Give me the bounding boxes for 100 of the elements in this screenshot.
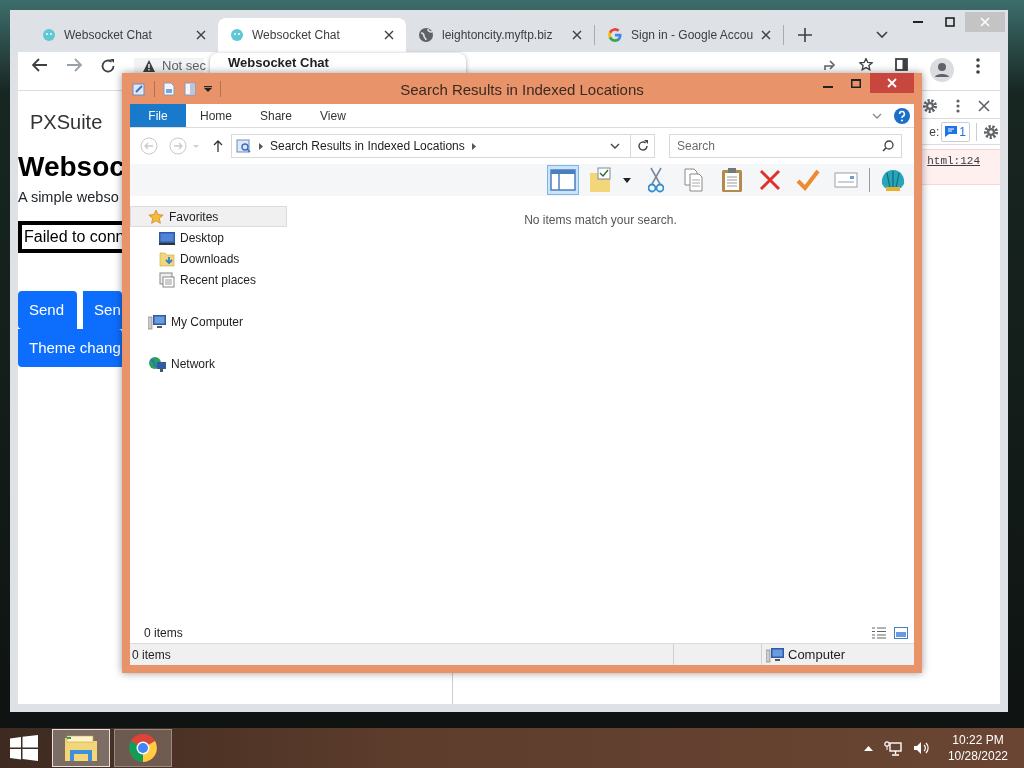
- close-icon[interactable]: [761, 30, 772, 40]
- more-menu-icon[interactable]: [956, 98, 960, 113]
- page-heading: Websoc: [18, 150, 125, 184]
- maximize-icon[interactable]: [945, 17, 955, 27]
- chevron-right-icon: [259, 142, 263, 150]
- folder-icon: [64, 734, 98, 762]
- caret-icon[interactable]: [204, 85, 212, 92]
- brand-name: PXSuite: [30, 110, 103, 135]
- close-icon: [980, 17, 990, 27]
- windows-logo-icon[interactable]: [10, 735, 38, 761]
- close-button[interactable]: [870, 73, 914, 93]
- taskbar-button[interactable]: [52, 729, 110, 767]
- chevron-down-icon[interactable]: [872, 112, 882, 119]
- nav-item[interactable]: Downloads: [130, 248, 287, 269]
- copy-icon: [684, 168, 704, 192]
- reload-icon[interactable]: [100, 58, 116, 74]
- nav-item[interactable]: My Computer: [130, 311, 287, 332]
- clipboard-icon: [721, 167, 743, 193]
- ribbon-tab[interactable]: Share: [246, 104, 307, 127]
- folder-check-icon: [589, 167, 613, 193]
- status-location: Computer: [762, 644, 914, 665]
- clock[interactable]: 10:22 PM 10/28/2022: [947, 732, 1008, 764]
- chevron-right-icon: [471, 142, 476, 150]
- side-panel-icon[interactable]: [895, 58, 908, 71]
- taskbar-button[interactable]: [114, 729, 172, 767]
- show-hidden-icons-icon[interactable]: [863, 745, 873, 751]
- forward-icon[interactable]: [66, 58, 82, 72]
- chat-bubble-icon: [230, 28, 244, 42]
- delete-x-icon: [759, 169, 781, 191]
- nav-item[interactable]: Recent places: [130, 269, 287, 290]
- chevron-down-icon: [610, 143, 620, 149]
- close-icon[interactable]: [572, 30, 582, 40]
- settings-icon[interactable]: [922, 97, 938, 114]
- volume-icon[interactable]: [912, 741, 929, 755]
- shell-icon: [880, 168, 906, 192]
- close-icon[interactable]: [384, 30, 394, 40]
- help-icon[interactable]: [894, 107, 910, 124]
- large-icons-view-icon[interactable]: [894, 627, 908, 639]
- network-icon: [148, 355, 166, 372]
- recent-places-icon: [159, 271, 175, 288]
- network-icon[interactable]: [883, 740, 902, 756]
- browser-tab[interactable]: leightoncity.myftp.biz: [406, 18, 594, 52]
- checkmark-icon: [796, 169, 820, 191]
- browser-tab[interactable]: Websocket Chat: [218, 18, 406, 52]
- item-count: 0 items: [144, 625, 183, 642]
- source-link[interactable]: html:124: [927, 153, 980, 170]
- properties-icon[interactable]: [132, 81, 146, 96]
- toolbar-button[interactable]: [547, 165, 579, 195]
- details-view-icon[interactable]: [871, 627, 887, 639]
- close-icon[interactable]: [196, 30, 206, 40]
- desktop-icon: [159, 230, 175, 245]
- tab-preview-tooltip: Websocket Chat: [210, 53, 466, 73]
- browser-tab[interactable]: Sign in - Google Accou: [595, 18, 784, 52]
- message-icon: [945, 126, 958, 137]
- maximize-icon[interactable]: [851, 79, 861, 88]
- status-text: 0 items: [130, 644, 674, 665]
- theme-button[interactable]: Theme chang: [18, 328, 122, 367]
- computer-icon: [766, 646, 784, 663]
- empty-message: No items match your search.: [524, 212, 677, 229]
- send-button[interactable]: Send: [18, 290, 78, 329]
- page-description: A simple webso: [18, 188, 119, 207]
- ribbon-tab[interactable]: Home: [186, 104, 246, 127]
- window-title: Search Results in Indexed Locations: [399, 80, 645, 100]
- star-icon: [148, 208, 164, 225]
- nav-item[interactable]: Desktop: [130, 227, 287, 248]
- star-icon[interactable]: [859, 58, 873, 71]
- globe-icon: [418, 27, 434, 43]
- card-icon: [834, 171, 858, 189]
- google-logo-icon: [607, 27, 623, 43]
- close-icon: [887, 78, 897, 88]
- nav-item[interactable]: Favorites: [130, 206, 287, 227]
- issues-badge[interactable]: 1: [941, 121, 970, 142]
- computer-icon: [148, 313, 166, 330]
- chevron-down-icon[interactable]: [876, 31, 889, 39]
- send-button[interactable]: Sen: [83, 290, 122, 329]
- warning-icon: [142, 58, 156, 73]
- ribbon-tab[interactable]: View: [306, 104, 360, 127]
- address-bar[interactable]: Not sec: [134, 58, 204, 73]
- back-icon[interactable]: [32, 58, 48, 72]
- search-icon[interactable]: [882, 140, 894, 152]
- more-menu-icon[interactable]: [976, 58, 980, 74]
- refresh-icon: [636, 140, 649, 152]
- chrome-logo-icon: [128, 733, 158, 763]
- scissors-icon: [648, 167, 664, 193]
- close-icon[interactable]: [978, 99, 990, 112]
- preview-pane-icon: [549, 168, 577, 192]
- up-arrow-icon[interactable]: [213, 140, 223, 152]
- chat-bubble-icon: [42, 28, 56, 42]
- new-tab-icon[interactable]: [798, 28, 813, 42]
- caret-icon: [623, 177, 631, 183]
- share-icon[interactable]: [823, 58, 837, 71]
- nav-item[interactable]: Network: [130, 353, 287, 374]
- toolbar-button[interactable]: [587, 165, 633, 195]
- downloads-folder-icon: [159, 250, 175, 267]
- search-field[interactable]: Search: [669, 134, 902, 158]
- address-field[interactable]: Search Results in Indexed Locations: [231, 134, 655, 158]
- settings-icon[interactable]: [983, 123, 999, 140]
- avatar-icon[interactable]: [930, 58, 954, 82]
- search-folder-icon: [236, 138, 252, 154]
- browser-tab[interactable]: Websocket Chat: [30, 18, 218, 52]
